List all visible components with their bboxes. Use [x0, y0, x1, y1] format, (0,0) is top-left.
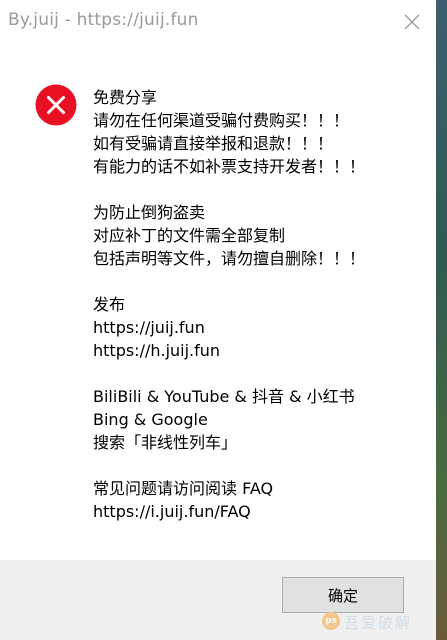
window-title: By.juij - https://juij.fun	[8, 10, 199, 30]
message-line: 对应补丁的文件需全部复制	[93, 226, 286, 245]
watermark: ps 吾爱破解	[322, 610, 436, 634]
faq-url: https://i.juij.fun/FAQ	[93, 502, 251, 521]
message-line: 搜索「非线性列车」	[93, 433, 238, 452]
error-icon	[35, 84, 77, 126]
release-url: https://h.juij.fun	[93, 341, 221, 360]
message-line: 包括声明等文件，请勿擅自删除！！！	[93, 249, 366, 268]
message-line: 发布	[93, 295, 126, 314]
message-line: BiliBili & YouTube & 抖音 & 小红书	[93, 387, 355, 406]
message-line: 为防止倒狗盗卖	[93, 203, 206, 222]
watermark-badge: ps	[322, 612, 340, 630]
release-url: https://juij.fun	[93, 318, 205, 337]
message-line: 如有受骗请直接举报和退款！！！	[93, 134, 334, 153]
message-line: 常见问题请访问阅读 FAQ	[93, 479, 274, 498]
ok-button[interactable]: 确定	[282, 577, 404, 613]
watermark-text: 吾爱破解	[344, 614, 413, 632]
message-line: 有能力的话不如补票支持开发者！！！	[93, 157, 366, 176]
message-line: 请勿在任何渠道受骗付费购买！！！	[93, 111, 350, 130]
message-line: Bing & Google	[93, 410, 208, 429]
message-line: 免费分享	[93, 88, 158, 107]
message-dialog: By.juij - https://juij.fun 免费分享 请勿在任何渠道受…	[0, 0, 436, 640]
desktop-background	[436, 0, 447, 640]
close-button[interactable]	[388, 0, 436, 44]
message-text: 免费分享 请勿在任何渠道受骗付费购买！！！ 如有受骗请直接举报和退款！！！ 有能…	[93, 86, 429, 523]
title-bar[interactable]: By.juij - https://juij.fun	[0, 0, 436, 44]
close-icon	[404, 14, 420, 30]
